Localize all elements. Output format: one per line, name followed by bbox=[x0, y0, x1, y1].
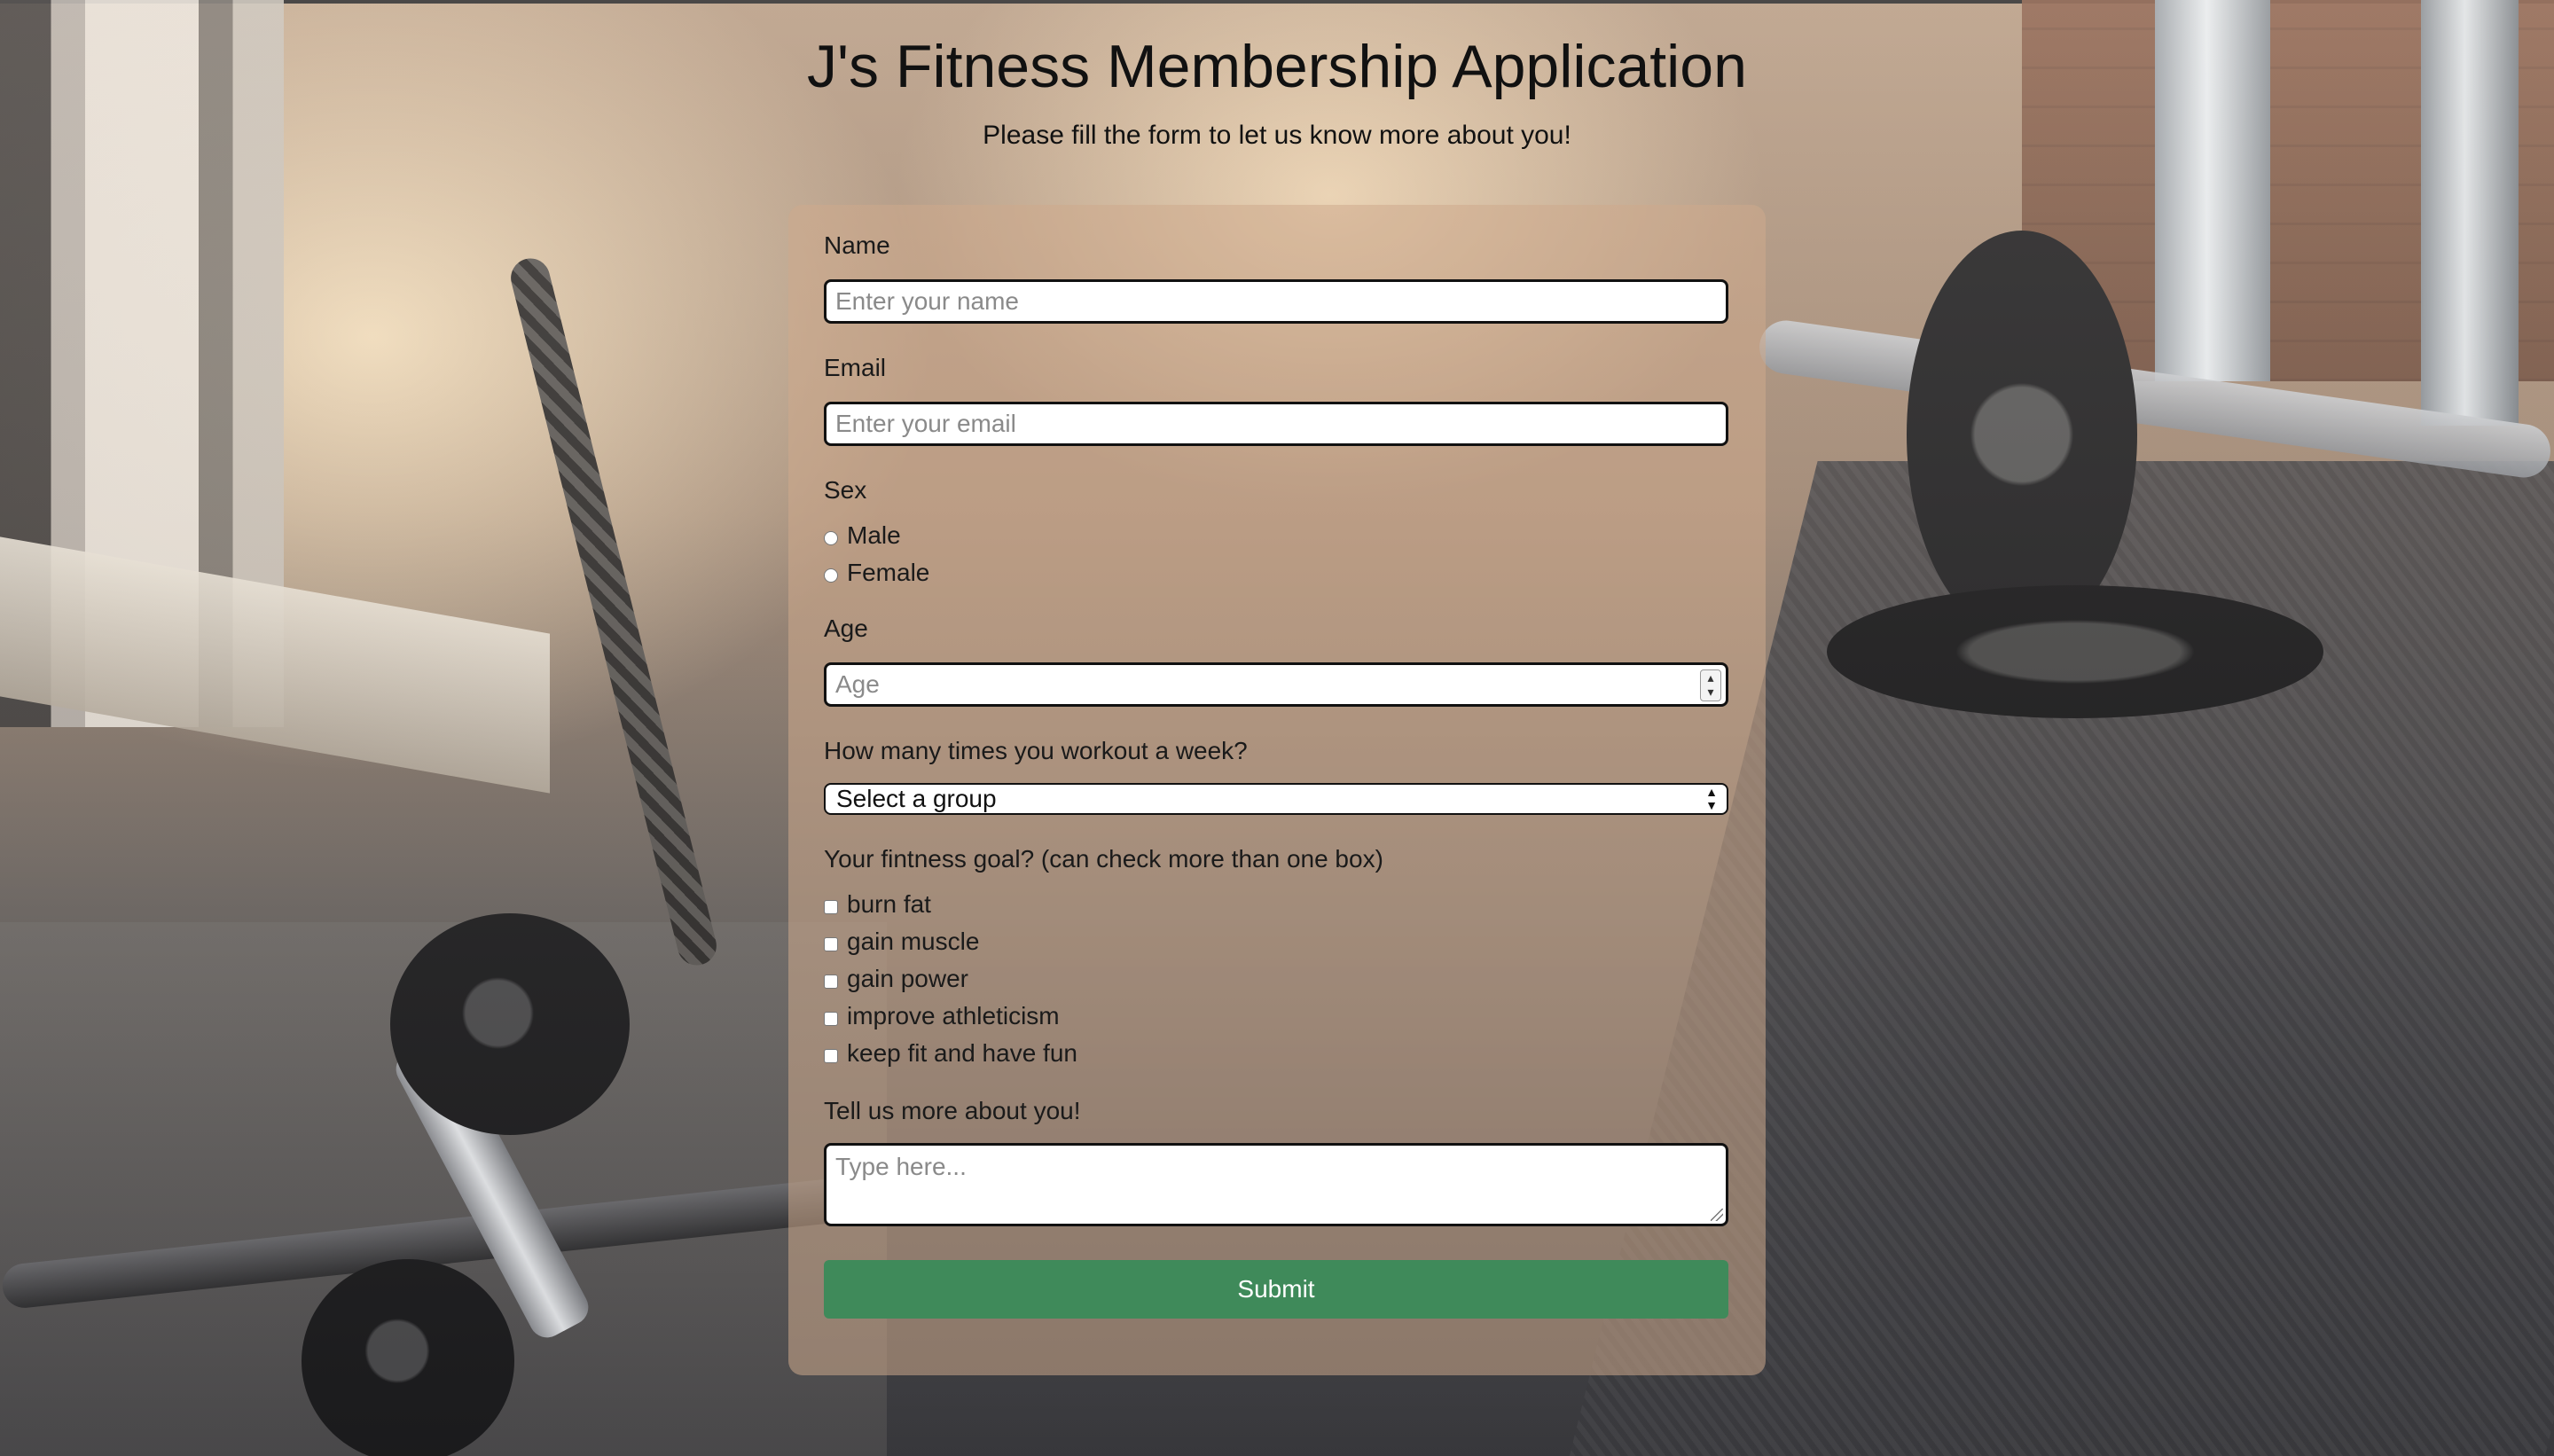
email-field-group: Email bbox=[824, 354, 1730, 446]
goal-option-keep-fit[interactable]: keep fit and have fun bbox=[824, 1035, 1730, 1072]
workouts-select-value: Select a group bbox=[836, 785, 997, 812]
gain-power-label: gain power bbox=[847, 965, 968, 992]
goal-option-gain-power[interactable]: gain power bbox=[824, 960, 1730, 998]
workouts-label: How many times you workout a week? bbox=[824, 737, 1248, 764]
submit-button[interactable]: Submit bbox=[824, 1260, 1728, 1319]
sex-field-group: Sex Male Female bbox=[824, 476, 1730, 591]
membership-form: Name Email Sex Male Female Age ▴▾ How ma… bbox=[788, 205, 1766, 1375]
burn-fat-checkbox[interactable] bbox=[824, 900, 838, 914]
page-title: J's Fitness Membership Application bbox=[807, 33, 1747, 100]
goals-field-group: Your fintness goal? (can check more than… bbox=[824, 845, 1730, 1072]
age-input[interactable] bbox=[824, 662, 1728, 707]
name-input[interactable] bbox=[824, 279, 1728, 324]
about-textarea-wrapper bbox=[824, 1143, 1728, 1226]
name-label: Name bbox=[824, 231, 890, 259]
about-field-group: Tell us more about you! bbox=[824, 1097, 1730, 1226]
about-textarea[interactable] bbox=[824, 1143, 1728, 1226]
about-label: Tell us more about you! bbox=[824, 1097, 1081, 1124]
keep-fit-checkbox[interactable] bbox=[824, 1049, 838, 1063]
gain-muscle-checkbox[interactable] bbox=[824, 937, 838, 951]
age-spinner-icon[interactable]: ▴ ▾ bbox=[1700, 669, 1721, 701]
goal-option-improve-athleticism[interactable]: improve athleticism bbox=[824, 998, 1730, 1035]
goal-option-burn-fat[interactable]: burn fat bbox=[824, 886, 1730, 923]
select-arrows-icon: ▲ ▼ bbox=[1705, 785, 1718, 812]
age-field-group: Age ▴▾ bbox=[824, 614, 1730, 707]
resize-grip-icon[interactable] bbox=[1711, 1209, 1723, 1221]
female-radio-label: Female bbox=[847, 559, 930, 586]
email-input[interactable] bbox=[824, 402, 1728, 446]
burn-fat-label: burn fat bbox=[847, 890, 931, 918]
sex-option-male[interactable]: Male bbox=[824, 517, 1730, 554]
sex-option-female[interactable]: Female bbox=[824, 554, 1730, 591]
workouts-select[interactable]: Select a group ▲ ▼ bbox=[824, 783, 1728, 815]
name-field-group: Name bbox=[824, 231, 1730, 324]
improve-athleticism-label: improve athleticism bbox=[847, 1002, 1060, 1029]
age-label: Age bbox=[824, 614, 868, 642]
gain-power-checkbox[interactable] bbox=[824, 975, 838, 989]
age-input-wrapper: ▴▾ bbox=[824, 662, 1728, 707]
gain-muscle-label: gain muscle bbox=[847, 928, 980, 955]
workouts-field-group: How many times you workout a week? Selec… bbox=[824, 737, 1730, 815]
goals-label: Your fintness goal? (can check more than… bbox=[824, 845, 1383, 873]
sex-label: Sex bbox=[824, 476, 867, 504]
male-radio[interactable] bbox=[824, 531, 838, 545]
female-radio[interactable] bbox=[824, 568, 838, 583]
goal-option-gain-muscle[interactable]: gain muscle bbox=[824, 923, 1730, 960]
page-header: J's Fitness Membership Application Pleas… bbox=[0, 32, 2554, 151]
improve-athleticism-checkbox[interactable] bbox=[824, 1012, 838, 1026]
page-subtitle: Please fill the form to let us know more… bbox=[983, 121, 1571, 150]
male-radio-label: Male bbox=[847, 521, 901, 549]
email-label: Email bbox=[824, 354, 887, 381]
keep-fit-label: keep fit and have fun bbox=[847, 1039, 1077, 1067]
